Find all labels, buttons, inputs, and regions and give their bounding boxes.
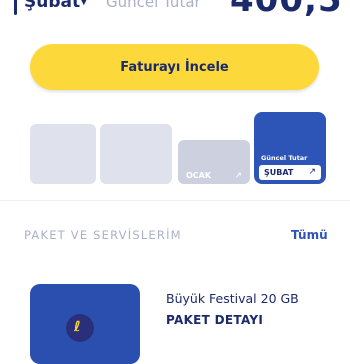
section-title: PAKET VE SERVİSLERİM bbox=[24, 228, 182, 242]
section-divider bbox=[0, 200, 350, 201]
view-invoice-button[interactable]: Faturayı İncele bbox=[30, 44, 319, 90]
current-amount-label: Güncel Tutar bbox=[106, 0, 201, 11]
arrow-up-right-icon: ↗ bbox=[234, 171, 242, 181]
history-bar[interactable] bbox=[100, 124, 172, 184]
logo-glyph: ℓ bbox=[74, 319, 81, 335]
history-bar-ocak[interactable]: OCAK ↗ bbox=[178, 140, 250, 184]
month-selector-label[interactable]: Şubat bbox=[24, 0, 80, 14]
package-name: Büyük Festival 20 GB bbox=[166, 291, 299, 306]
bar-current-caption: Güncel Tutar bbox=[261, 154, 308, 162]
see-all-link[interactable]: Tümü bbox=[291, 227, 328, 243]
header: Şubat ▼ Güncel Tutar 400,5 TL bbox=[0, 0, 350, 20]
arrow-up-right-icon: ↗ bbox=[308, 167, 316, 177]
package-card-image[interactable]: ℓ bbox=[30, 284, 140, 364]
month-marker bbox=[14, 0, 17, 15]
history-bar[interactable] bbox=[30, 124, 96, 184]
current-month-tag-label: ŞUBAT bbox=[264, 168, 294, 177]
bar-month-label: OCAK bbox=[186, 171, 212, 180]
package-detail-link[interactable]: PAKET DETAYI bbox=[166, 312, 263, 328]
current-month-tag[interactable]: ŞUBAT ↗ bbox=[259, 165, 321, 180]
chevron-down-icon[interactable]: ▼ bbox=[80, 0, 88, 9]
view-invoice-label: Faturayı İncele bbox=[120, 59, 229, 75]
current-amount-value: 400,5 bbox=[230, 0, 343, 20]
turkcell-logo-icon: ℓ bbox=[66, 314, 94, 342]
